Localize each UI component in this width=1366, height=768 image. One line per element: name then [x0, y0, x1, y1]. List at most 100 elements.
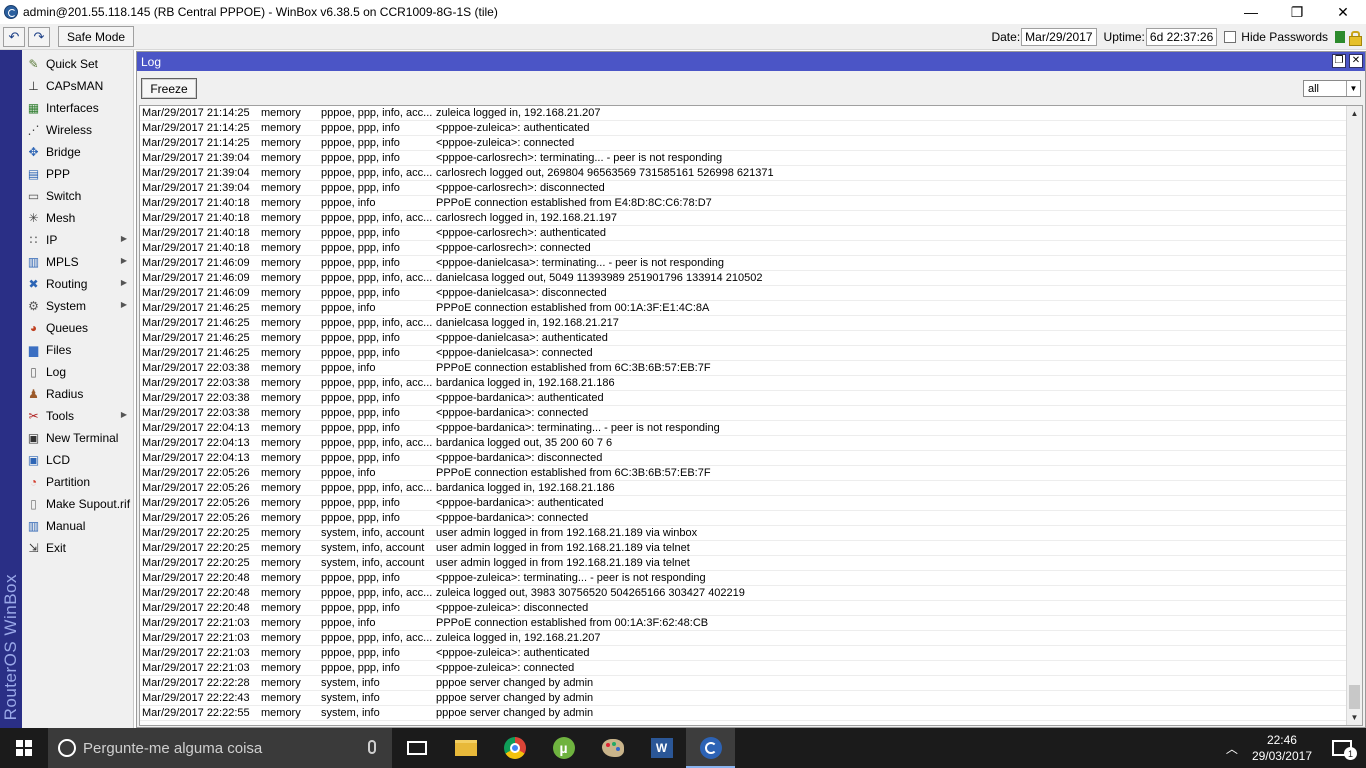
sidebar-item-system[interactable]: ⚙ System ▶ [22, 295, 133, 317]
table-row[interactable]: Mar/29/2017 22:03:38 memory pppoe, ppp, in… [140, 406, 1346, 421]
table-row[interactable]: Mar/29/2017 21:14:25 memory pppoe, ppp, in… [140, 136, 1346, 151]
table-row[interactable]: Mar/29/2017 21:46:25 memory pppoe, info PPP… [140, 301, 1346, 316]
log-maximize-button[interactable]: ❐ [1332, 54, 1346, 68]
sidebar-item-wireless[interactable]: ⋰ Wireless [22, 119, 133, 141]
dropdown-arrow-icon: ▼ [1346, 81, 1360, 96]
partition-icon: ◔ [29, 475, 38, 489]
sidebar-item-files[interactable]: ▆ Files [22, 339, 133, 361]
sidebar-item-radius[interactable]: ♟ Radius [22, 383, 133, 405]
table-row[interactable]: Mar/29/2017 22:20:25 memory system, info, … [140, 556, 1346, 571]
table-row[interactable]: Mar/29/2017 22:03:38 memory pppoe, ppp, in… [140, 376, 1346, 391]
maximize-button[interactable]: ❐ [1274, 0, 1320, 24]
file-explorer-button[interactable] [441, 728, 490, 768]
utorrent-button[interactable]: µ [539, 728, 588, 768]
action-center-icon[interactable]: 1 [1332, 740, 1357, 760]
sidebar-item-exit[interactable]: ⇲ Exit [22, 537, 133, 559]
table-row[interactable]: Mar/29/2017 22:03:38 memory pppoe, info PPP… [140, 361, 1346, 376]
safe-mode-button[interactable]: Safe Mode [58, 26, 135, 47]
log-filter-select[interactable]: all ▼ [1303, 80, 1361, 97]
tray-expand-icon[interactable]: ︿ [1226, 740, 1238, 757]
chrome-button[interactable] [490, 728, 539, 768]
sidebar-item-interfaces[interactable]: ▦ Interfaces [22, 97, 133, 119]
title-bar[interactable]: admin@201.55.118.145 (RB Central PPPOE) … [0, 0, 1366, 24]
table-row[interactable]: Mar/29/2017 22:05:26 memory pppoe, ppp, in… [140, 511, 1346, 526]
table-row[interactable]: Mar/29/2017 21:46:09 memory pppoe, ppp, in… [140, 271, 1346, 286]
table-row[interactable]: Mar/29/2017 22:22:28 memory system, info pp… [140, 676, 1346, 691]
log-scrollbar[interactable]: ▲ ▼ [1346, 106, 1362, 725]
table-row[interactable]: Mar/29/2017 22:22:43 memory system, info pp… [140, 691, 1346, 706]
winbox-taskbar-button[interactable] [686, 728, 735, 768]
sidebar-item-tools[interactable]: ✂ Tools ▶ [22, 405, 133, 427]
taskbar-search[interactable]: Pergunte-me alguma coisa [48, 728, 392, 768]
minimize-button[interactable]: — [1228, 0, 1274, 24]
task-view-button[interactable] [392, 728, 441, 768]
table-row[interactable]: Mar/29/2017 22:05:26 memory pppoe, info PPP… [140, 466, 1346, 481]
table-row[interactable]: Mar/29/2017 21:46:25 memory pppoe, ppp, in… [140, 331, 1346, 346]
sidebar-item-ppp[interactable]: ▤ PPP [22, 163, 133, 185]
log-close-button[interactable]: ✕ [1349, 54, 1363, 68]
sidebar-item-mpls[interactable]: ▥ MPLS ▶ [22, 251, 133, 273]
sidebar-item-ip[interactable]: ∷ IP ▶ [22, 229, 133, 251]
table-row[interactable]: Mar/29/2017 22:20:48 memory pppoe, ppp, in… [140, 601, 1346, 616]
log-window-titlebar[interactable]: Log ❐ ✕ [137, 52, 1365, 71]
scroll-down-icon[interactable]: ▼ [1347, 710, 1362, 725]
table-row[interactable]: Mar/29/2017 21:46:25 memory pppoe, ppp, in… [140, 346, 1346, 361]
microphone-icon[interactable] [368, 740, 376, 754]
table-row[interactable]: Mar/29/2017 21:46:09 memory pppoe, ppp, in… [140, 286, 1346, 301]
sidebar-item-partition[interactable]: ◔ Partition [22, 471, 133, 493]
close-button[interactable]: ✕ [1320, 0, 1366, 24]
sidebar-item-lcd[interactable]: ▣ LCD [22, 449, 133, 471]
table-row[interactable]: Mar/29/2017 21:14:25 memory pppoe, ppp, in… [140, 121, 1346, 136]
table-row[interactable]: Mar/29/2017 21:39:04 memory pppoe, ppp, in… [140, 166, 1346, 181]
table-row[interactable]: Mar/29/2017 21:46:25 memory pppoe, ppp, in… [140, 316, 1346, 331]
table-row[interactable]: Mar/29/2017 22:20:25 memory system, info, … [140, 541, 1346, 556]
table-row[interactable]: Mar/29/2017 22:05:26 memory pppoe, ppp, in… [140, 481, 1346, 496]
sidebar-item-bridge[interactable]: ✥ Bridge [22, 141, 133, 163]
table-row[interactable]: Mar/29/2017 22:21:03 memory pppoe, info PPP… [140, 616, 1346, 631]
table-row[interactable]: Mar/29/2017 22:04:13 memory pppoe, ppp, in… [140, 451, 1346, 466]
scroll-up-icon[interactable]: ▲ [1347, 106, 1362, 121]
table-row[interactable]: Mar/29/2017 21:40:18 memory pppoe, ppp, in… [140, 226, 1346, 241]
start-button[interactable] [0, 728, 48, 768]
table-row[interactable]: Mar/29/2017 22:21:03 memory pppoe, ppp, in… [140, 646, 1346, 661]
sidebar-item-new-terminal[interactable]: ▣ New Terminal [22, 427, 133, 449]
table-row[interactable]: Mar/29/2017 22:04:13 memory pppoe, ppp, in… [140, 436, 1346, 451]
table-row[interactable]: Mar/29/2017 22:21:03 memory pppoe, ppp, in… [140, 661, 1346, 676]
table-row[interactable]: Mar/29/2017 21:40:18 memory pppoe, ppp, in… [140, 241, 1346, 256]
table-row[interactable]: Mar/29/2017 22:03:38 memory pppoe, ppp, in… [140, 391, 1346, 406]
sidebar-item-capsman[interactable]: ⊥ CAPsMAN [22, 75, 133, 97]
taskbar-clock[interactable]: 22:46 29/03/2017 [1252, 732, 1312, 764]
hide-passwords-checkbox[interactable] [1224, 31, 1237, 43]
log-topics-cell: system, info, account [321, 527, 425, 539]
redo-button[interactable]: ↷ [28, 26, 50, 47]
sidebar-item-log[interactable]: ▯ Log [22, 361, 133, 383]
sidebar-item-quick-set[interactable]: ✎ Quick Set [22, 53, 133, 75]
undo-button[interactable]: ↶ [3, 26, 25, 47]
freeze-button[interactable]: Freeze [141, 78, 197, 99]
table-row[interactable]: Mar/29/2017 22:20:48 memory pppoe, ppp, in… [140, 586, 1346, 601]
table-row[interactable]: Mar/29/2017 21:39:04 memory pppoe, ppp, in… [140, 181, 1346, 196]
table-row[interactable]: Mar/29/2017 22:22:55 memory system, info pp… [140, 706, 1346, 721]
scroll-thumb[interactable] [1349, 685, 1360, 709]
sidebar-item-make-supout-rif[interactable]: ▯ Make Supout.rif [22, 493, 133, 515]
sidebar-item-manual[interactable]: ▥ Manual [22, 515, 133, 537]
table-row[interactable]: Mar/29/2017 22:21:03 memory pppoe, ppp, in… [140, 631, 1346, 646]
sidebar-item-queues[interactable]: ◕ Queues [22, 317, 133, 339]
table-row[interactable]: Mar/29/2017 21:40:18 memory pppoe, ppp, in… [140, 211, 1346, 226]
table-row[interactable]: Mar/29/2017 21:46:09 memory pppoe, ppp, in… [140, 256, 1346, 271]
log-time-cell: Mar/29/2017 22:20:25 [142, 527, 250, 539]
table-row[interactable]: Mar/29/2017 22:20:48 memory pppoe, ppp, in… [140, 571, 1346, 586]
table-row[interactable]: Mar/29/2017 21:39:04 memory pppoe, ppp, in… [140, 151, 1346, 166]
sidebar-item-routing[interactable]: ✖ Routing ▶ [22, 273, 133, 295]
table-row[interactable]: Mar/29/2017 21:14:25 memory pppoe, ppp, in… [140, 106, 1346, 121]
table-row[interactable]: Mar/29/2017 21:40:18 memory pppoe, info PPP… [140, 196, 1346, 211]
sidebar-item-switch[interactable]: ▭ Switch [22, 185, 133, 207]
word-button[interactable]: W [637, 728, 686, 768]
table-row[interactable]: Mar/29/2017 22:05:26 memory pppoe, ppp, in… [140, 496, 1346, 511]
paint-button[interactable] [588, 728, 637, 768]
system-tray: ︿ 22:46 29/03/2017 1 [1226, 728, 1366, 768]
table-row[interactable]: Mar/29/2017 22:20:25 memory system, info, … [140, 526, 1346, 541]
table-row[interactable]: Mar/29/2017 22:04:13 memory pppoe, ppp, in… [140, 421, 1346, 436]
sidebar-item-mesh[interactable]: ✳ Mesh [22, 207, 133, 229]
log-message-cell: carlosrech logged out, 269804 96563569 7… [436, 167, 774, 179]
